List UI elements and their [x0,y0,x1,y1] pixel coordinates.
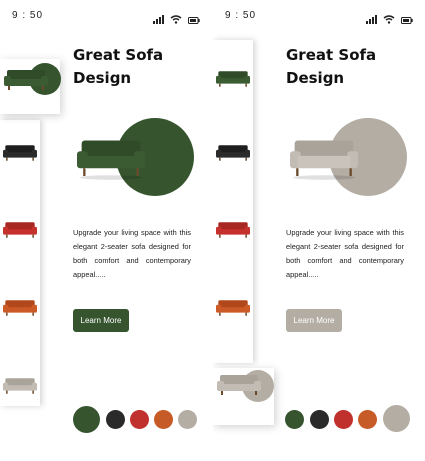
swatch-red[interactable] [334,410,353,429]
signal-icon [366,11,377,29]
product-title: Great Sofa Design [73,46,164,87]
product-description: Upgrade your living space with this eleg… [73,228,191,279]
sofa-green-icon [216,69,250,89]
rail-item-orange[interactable] [0,295,40,325]
status-bar: 9 : 50 [213,0,425,32]
product-description: Upgrade your living space with this eleg… [286,228,404,279]
swatch-grey[interactable] [178,410,197,429]
rail-item-red[interactable] [213,217,253,247]
swatch-orange[interactable] [154,410,173,429]
sofa-grey-icon [3,376,37,396]
sofa-black-icon [3,143,37,163]
product-title: Great Sofa Design [286,46,377,87]
hero-sofa-image [290,137,358,181]
swatch-orange[interactable] [358,410,377,429]
swatch-grey[interactable] [383,405,410,432]
swatch-red[interactable] [130,410,149,429]
status-time: 9 : 50 [225,10,257,21]
rail-item-grey[interactable] [213,368,274,425]
rail-item-red[interactable] [0,217,40,247]
status-time: 9 : 50 [12,10,44,21]
rail-item-green[interactable] [213,66,253,96]
swatch-black[interactable] [310,410,329,429]
rail-item-green[interactable] [0,59,61,114]
status-bar: 9 : 50 [0,0,212,32]
sofa-green-icon [4,68,48,92]
battery-icon [401,11,413,29]
wifi-icon [170,11,182,29]
hero-sofa-image [77,137,145,181]
screen-grey: 9 : 50 Great Sofa Design Upgrade your li… [213,0,425,461]
rail-item-orange[interactable] [213,295,253,325]
sofa-red-icon [3,220,37,240]
wifi-icon [383,11,395,29]
swatch-green[interactable] [285,410,304,429]
learn-more-button[interactable]: Learn More [73,309,129,332]
battery-icon [188,11,200,29]
sofa-grey-icon [217,373,261,397]
rail-item-black[interactable] [213,140,253,170]
rail-item-black[interactable] [0,140,40,170]
sofa-black-icon [216,143,250,163]
swatch-green[interactable] [73,406,100,433]
swatch-black[interactable] [106,410,125,429]
sofa-orange-icon [3,298,37,318]
sofa-orange-icon [216,298,250,318]
signal-icon [153,11,164,29]
screen-green: 9 : 50 Great Sofa Design Upgrade your li… [0,0,212,461]
learn-more-button[interactable]: Learn More [286,309,342,332]
sofa-red-icon [216,220,250,240]
rail-item-grey[interactable] [0,373,40,403]
